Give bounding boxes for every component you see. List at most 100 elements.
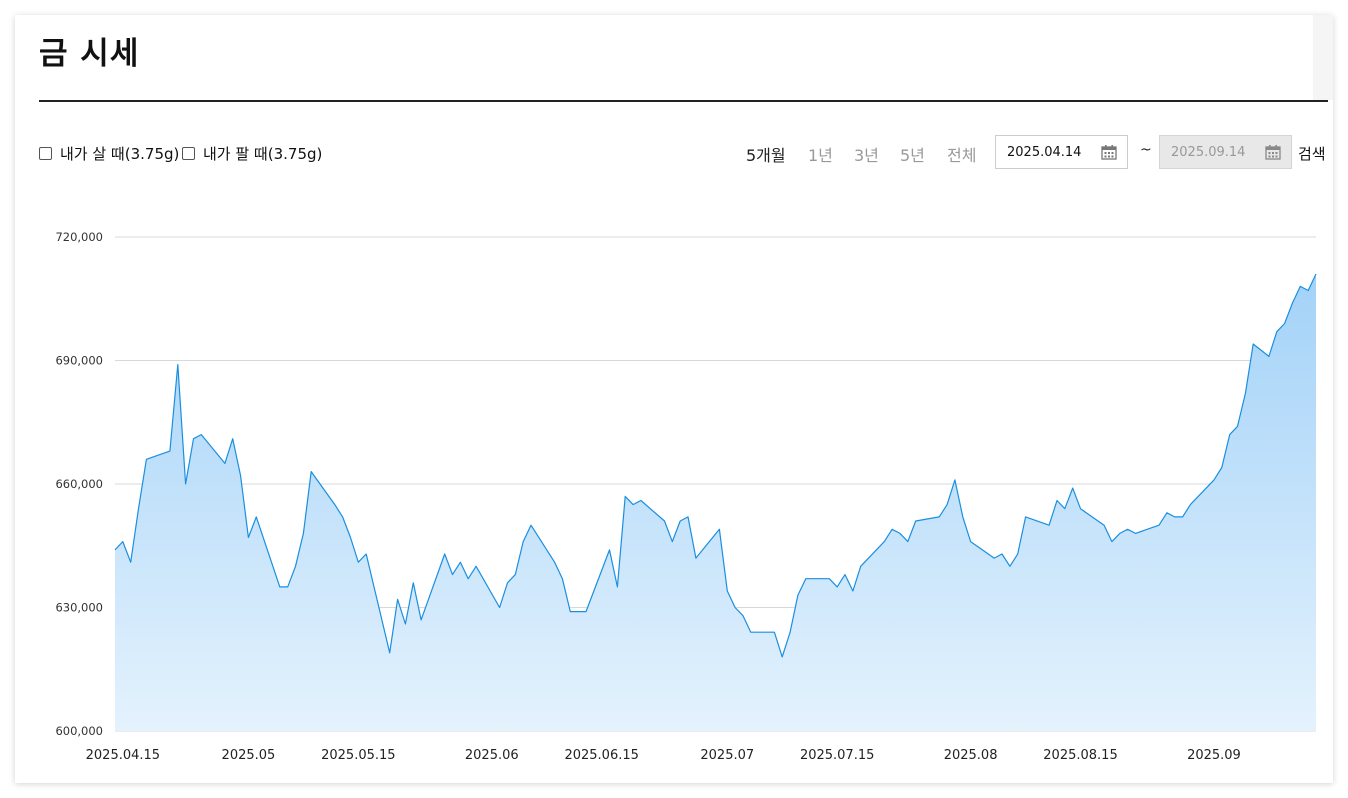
price-point[interactable]	[742, 614, 745, 617]
price-point[interactable]	[726, 590, 729, 593]
price-point[interactable]	[498, 606, 501, 609]
price-point[interactable]	[632, 503, 635, 506]
price-point[interactable]	[1299, 285, 1302, 288]
price-point[interactable]	[443, 553, 446, 556]
price-point[interactable]	[1189, 503, 1192, 506]
price-point[interactable]	[514, 573, 517, 576]
price-point[interactable]	[969, 540, 972, 543]
price-point[interactable]	[993, 557, 996, 560]
price-point[interactable]	[718, 528, 721, 531]
price-point[interactable]	[1165, 511, 1168, 514]
price-point[interactable]	[1252, 343, 1255, 346]
price-point[interactable]	[1079, 507, 1082, 510]
price-point[interactable]	[388, 651, 391, 654]
price-point[interactable]	[176, 363, 179, 366]
price-point[interactable]	[616, 586, 619, 589]
price-point[interactable]	[1268, 355, 1271, 358]
price-point[interactable]	[349, 536, 352, 539]
price-point[interactable]	[459, 561, 462, 564]
price-point[interactable]	[451, 573, 454, 576]
price-point[interactable]	[1173, 516, 1176, 519]
price-point[interactable]	[561, 577, 564, 580]
price-point[interactable]	[294, 565, 297, 568]
price-point[interactable]	[1063, 507, 1066, 510]
price-point[interactable]	[412, 581, 415, 584]
price-point[interactable]	[749, 631, 752, 634]
price-point[interactable]	[797, 594, 800, 597]
price-point[interactable]	[129, 561, 132, 564]
price-point[interactable]	[608, 548, 611, 551]
price-point[interactable]	[1158, 524, 1161, 527]
price-point[interactable]	[286, 586, 289, 589]
price-point[interactable]	[1008, 565, 1011, 568]
price-point[interactable]	[1283, 322, 1286, 325]
price-point[interactable]	[828, 577, 831, 580]
price-point[interactable]	[1315, 273, 1318, 276]
price-point[interactable]	[255, 516, 258, 519]
price-point[interactable]	[851, 590, 854, 593]
price-point[interactable]	[585, 610, 588, 613]
price-point[interactable]	[1001, 553, 1004, 556]
price-point[interactable]	[1134, 532, 1137, 535]
price-point[interactable]	[836, 586, 839, 589]
price-point[interactable]	[891, 528, 894, 531]
price-point[interactable]	[640, 499, 643, 502]
price-point[interactable]	[1307, 289, 1310, 292]
price-point[interactable]	[789, 631, 792, 634]
price-point[interactable]	[137, 507, 140, 510]
price-point[interactable]	[530, 524, 533, 527]
price-point[interactable]	[522, 540, 525, 543]
price-point[interactable]	[687, 516, 690, 519]
price-point[interactable]	[577, 610, 580, 613]
price-point[interactable]	[121, 540, 124, 543]
price-point[interactable]	[1244, 392, 1247, 395]
price-point[interactable]	[906, 540, 909, 543]
price-point[interactable]	[663, 520, 666, 523]
price-point[interactable]	[569, 610, 572, 613]
price-point[interactable]	[239, 474, 242, 477]
price-point[interactable]	[396, 598, 399, 601]
price-point[interactable]	[679, 520, 682, 523]
price-point[interactable]	[1213, 478, 1216, 481]
price-point[interactable]	[404, 623, 407, 626]
price-point[interactable]	[184, 483, 187, 486]
price-point[interactable]	[773, 631, 776, 634]
price-point[interactable]	[1118, 532, 1121, 535]
price-point[interactable]	[1126, 528, 1129, 531]
price-point[interactable]	[310, 470, 313, 473]
price-point[interactable]	[192, 437, 195, 440]
price-point[interactable]	[1291, 301, 1294, 304]
price-point[interactable]	[278, 586, 281, 589]
price-point[interactable]	[114, 548, 117, 551]
price-point[interactable]	[1024, 516, 1027, 519]
price-point[interactable]	[859, 565, 862, 568]
price-point[interactable]	[169, 450, 172, 453]
price-point[interactable]	[734, 606, 737, 609]
price-point[interactable]	[302, 532, 305, 535]
price-point[interactable]	[333, 503, 336, 506]
price-point[interactable]	[624, 495, 627, 498]
price-point[interactable]	[1071, 487, 1074, 490]
price-point[interactable]	[844, 573, 847, 576]
price-point[interactable]	[694, 557, 697, 560]
price-point[interactable]	[357, 561, 360, 564]
price-point[interactable]	[1111, 540, 1114, 543]
price-point[interactable]	[938, 516, 941, 519]
price-point[interactable]	[1228, 433, 1231, 436]
price-point[interactable]	[946, 503, 949, 506]
price-point[interactable]	[1103, 524, 1106, 527]
price-point[interactable]	[475, 565, 478, 568]
price-point[interactable]	[1236, 425, 1239, 428]
price-point[interactable]	[781, 656, 784, 659]
price-point[interactable]	[200, 433, 203, 436]
price-point[interactable]	[954, 478, 957, 481]
price-point[interactable]	[1181, 516, 1184, 519]
price-point[interactable]	[1220, 466, 1223, 469]
price-point[interactable]	[467, 577, 470, 580]
price-point[interactable]	[420, 618, 423, 621]
price-point[interactable]	[247, 536, 250, 539]
price-point[interactable]	[1275, 330, 1278, 333]
price-point[interactable]	[1016, 553, 1019, 556]
price-point[interactable]	[1048, 524, 1051, 527]
price-point[interactable]	[914, 520, 917, 523]
